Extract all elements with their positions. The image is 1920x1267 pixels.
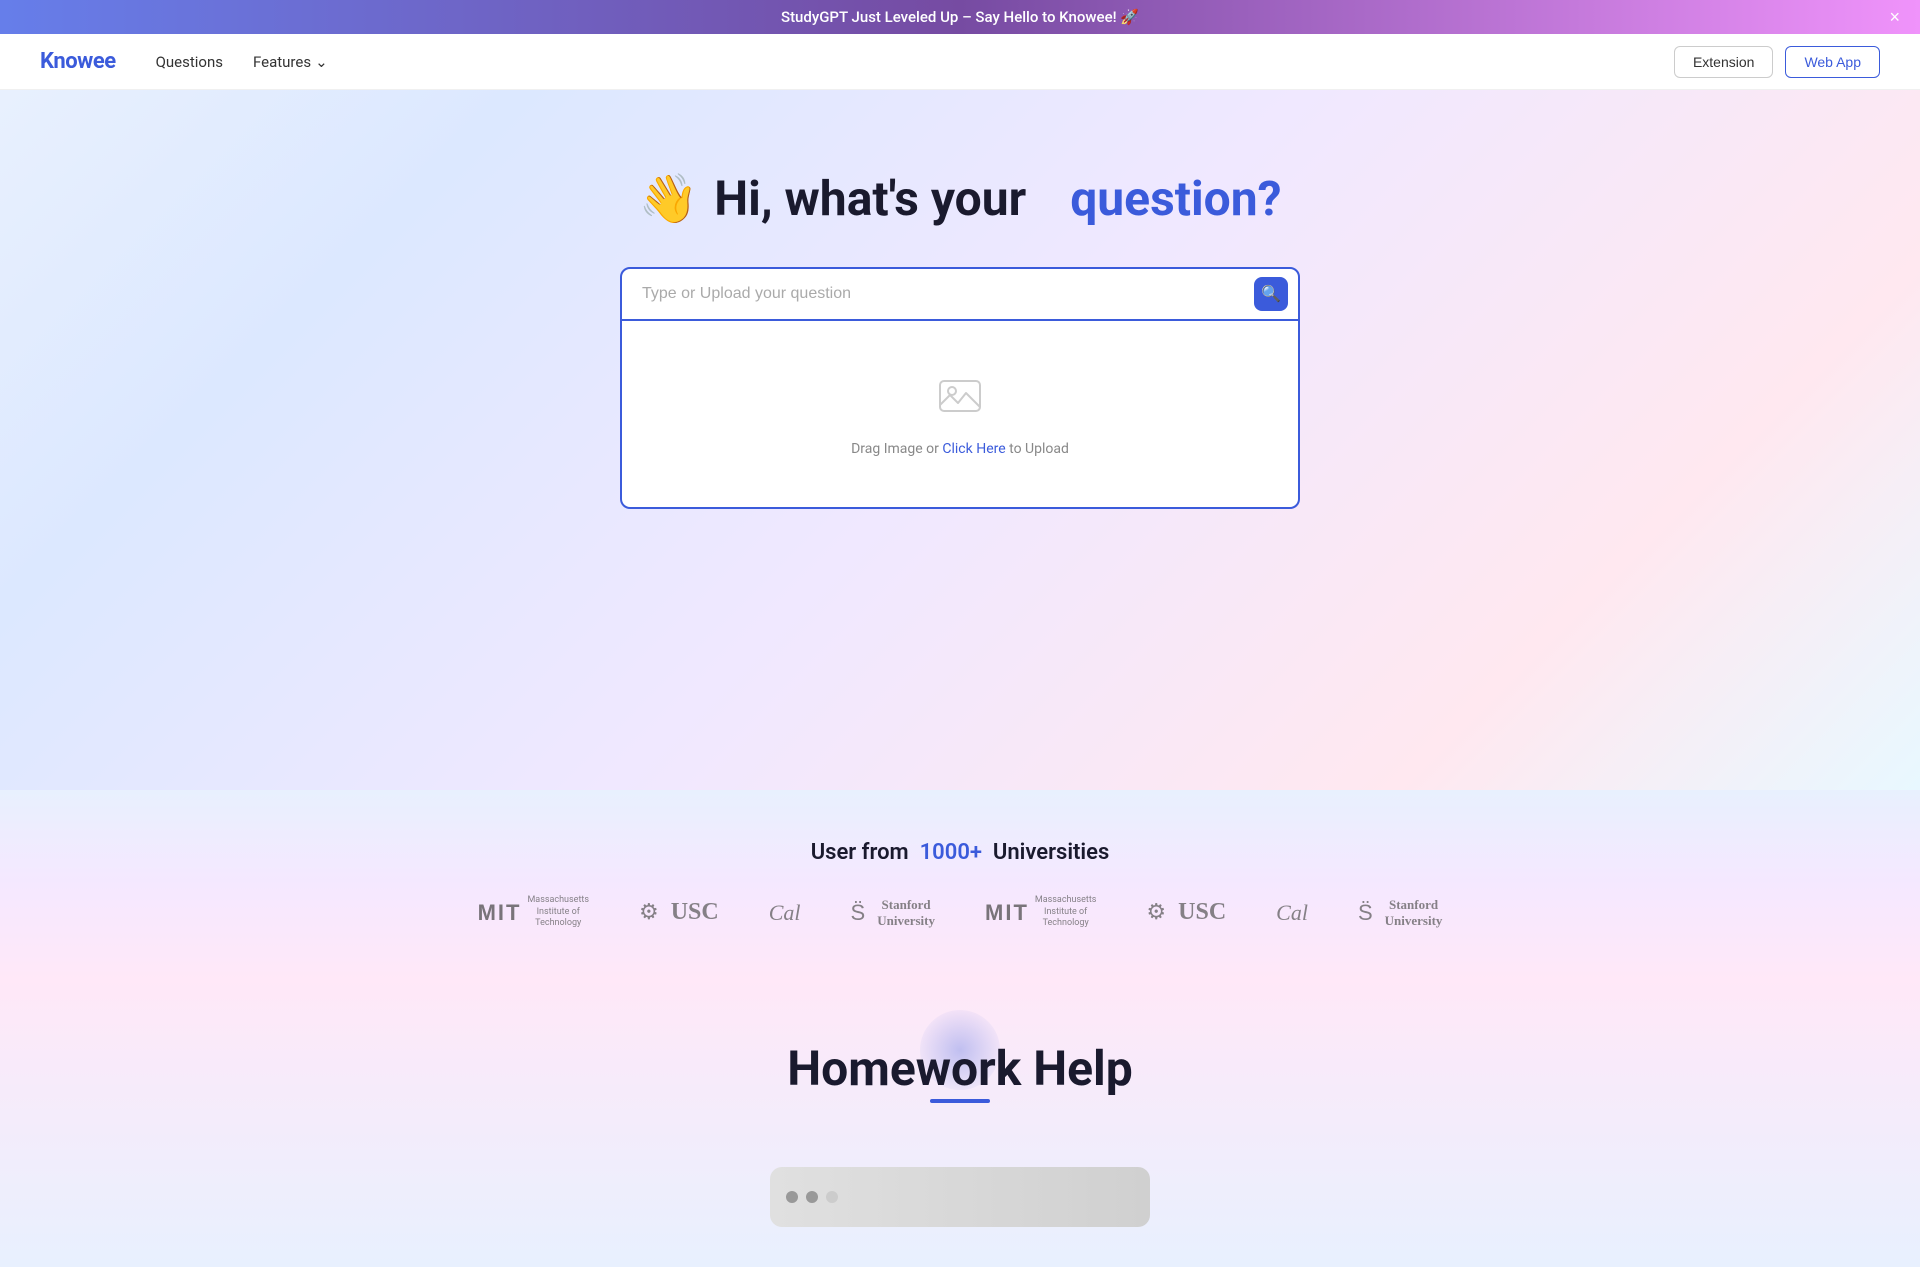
stanford-name-2: StanfordUniversity [1385, 897, 1443, 928]
mit-logo-2: MIT MassachusettsInstitute ofTechnology [985, 895, 1096, 930]
universities-title: User from 1000+ Universities [40, 840, 1880, 865]
stanford-name-1: StanfordUniversity [877, 897, 935, 928]
navbar: Knowee Questions Features ⌄ Extension We… [0, 34, 1920, 90]
top-banner: StudyGPT Just Leveled Up – Say Hello to … [0, 0, 1920, 34]
nav-links: Questions Features ⌄ [156, 53, 1674, 71]
nav-link-features[interactable]: Features ⌄ [253, 53, 328, 71]
hero-section: 👋 Hi, what's your question? 🔍 Drag Image… [0, 90, 1920, 790]
universities-title-suffix: Universities [993, 840, 1109, 865]
cal-logo-1: Cal [769, 900, 801, 926]
universities-count: 1000+ [920, 840, 982, 865]
mit-logo-1: MIT MassachusettsInstitute ofTechnology [478, 895, 589, 930]
stanford-logo-1: S̈ StanfordUniversity [851, 897, 935, 928]
banner-close-button[interactable]: × [1889, 8, 1900, 26]
hero-title-highlight: question? [1070, 170, 1281, 227]
search-icon: 🔍 [1261, 284, 1281, 304]
navbar-right: Extension Web App [1674, 46, 1880, 78]
usc-logo-1: ⚙ USC [639, 899, 719, 926]
chevron-down-icon: ⌄ [315, 53, 328, 71]
universities-logos: MIT MassachusettsInstitute ofTechnology … [40, 895, 1880, 930]
stanford-symbol-2: S̈ [1358, 900, 1373, 926]
webapp-button[interactable]: Web App [1785, 46, 1880, 78]
usc-symbol-2: ⚙ [1146, 900, 1166, 925]
usc-logo-2: ⚙ USC [1146, 899, 1226, 926]
hero-title-prefix: Hi, what's your [714, 170, 1026, 227]
upload-text: Drag Image or Click Here to Upload [851, 441, 1069, 457]
card-dot-1 [786, 1191, 798, 1203]
card-dot-2 [806, 1191, 818, 1203]
cal-logo-2: Cal [1276, 900, 1308, 926]
usc-abbrev-1: USC [671, 899, 719, 926]
upload-click-link[interactable]: Click Here [942, 441, 1005, 457]
upload-area[interactable]: Drag Image or Click Here to Upload [620, 321, 1300, 509]
stanford-logo-2: S̈ StanfordUniversity [1358, 897, 1442, 928]
banner-text: StudyGPT Just Leveled Up – Say Hello to … [781, 8, 1139, 26]
search-input[interactable] [620, 267, 1300, 321]
homework-section: Homework Help [0, 980, 1920, 1267]
homework-wrapper: Homework Help [40, 1040, 1880, 1117]
search-button[interactable]: 🔍 [1254, 277, 1288, 311]
bottom-card-preview [770, 1167, 1150, 1227]
usc-abbrev-2: USC [1178, 899, 1226, 926]
mit-abbrev-2: MIT [985, 900, 1029, 926]
cal-abbrev-2: Cal [1276, 900, 1308, 926]
mit-abbrev-1: MIT [478, 900, 522, 926]
nav-link-questions[interactable]: Questions [156, 53, 223, 71]
search-container: 🔍 [620, 267, 1300, 321]
features-label: Features [253, 53, 311, 71]
upload-text-before: Drag Image or [851, 441, 942, 457]
homework-title: Homework Help [787, 1040, 1133, 1097]
hero-title: 👋 Hi, what's your question? [638, 170, 1281, 227]
extension-button[interactable]: Extension [1674, 46, 1773, 78]
stanford-symbol-1: S̈ [851, 900, 866, 926]
mit-name-1: MassachusettsInstitute ofTechnology [527, 895, 589, 930]
usc-symbol-1: ⚙ [639, 900, 659, 925]
universities-title-prefix: User from [811, 840, 909, 865]
upload-image-icon [936, 371, 984, 429]
mit-name-2: MassachusettsInstitute ofTechnology [1035, 895, 1097, 930]
cal-abbrev-1: Cal [769, 900, 801, 926]
wave-emoji: 👋 [638, 170, 698, 227]
upload-text-after: to Upload [1006, 441, 1069, 457]
card-dot-3 [826, 1191, 838, 1203]
logo[interactable]: Knowee [40, 49, 116, 74]
universities-section: User from 1000+ Universities MIT Massach… [0, 790, 1920, 980]
